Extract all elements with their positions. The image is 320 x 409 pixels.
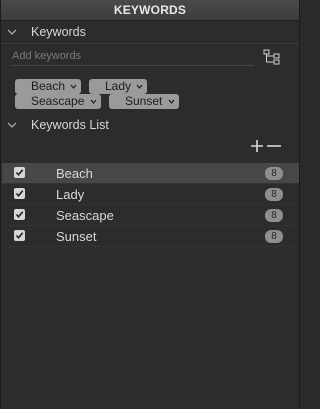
keyword-tag-label: Seascape <box>31 94 85 108</box>
keywords-list-header[interactable]: Keywords List <box>1 114 299 136</box>
count-badge: 8 <box>265 188 283 201</box>
row-label: Lady <box>56 187 85 202</box>
keyword-row-beach[interactable]: Beach 8 <box>2 163 299 184</box>
keywords-section-header[interactable]: Keywords <box>1 21 299 43</box>
keyword-tag-label: Beach <box>31 79 66 93</box>
checkmark-icon <box>15 211 24 219</box>
add-remove-controls <box>250 137 282 155</box>
keywords-panel: KEYWORDS Keywords Beach Lady Seascape <box>0 0 300 409</box>
row-checkbox[interactable] <box>14 209 25 220</box>
chevron-down-icon[interactable] <box>168 94 175 114</box>
count-badge: 8 <box>265 209 283 222</box>
panel-title: KEYWORDS <box>1 0 299 21</box>
row-label: Sunset <box>56 229 97 244</box>
keyword-tag-sunset[interactable]: Sunset <box>109 94 179 109</box>
count-badge: 8 <box>265 167 283 180</box>
keyword-row-sunset[interactable]: Sunset 8 <box>2 226 299 247</box>
count-badge: 8 <box>265 230 283 243</box>
add-keywords-input[interactable] <box>11 47 254 66</box>
keyword-row-lady[interactable]: Lady 8 <box>2 184 299 205</box>
hierarchy-icon[interactable] <box>263 49 281 65</box>
keyword-tag-beach[interactable]: Beach <box>15 79 81 94</box>
plus-icon <box>251 140 263 152</box>
checkmark-icon <box>15 232 24 240</box>
chevron-down-icon[interactable] <box>90 94 97 114</box>
row-checkbox[interactable] <box>14 167 25 178</box>
keyword-row-seascape[interactable]: Seascape 8 <box>2 205 299 226</box>
keywords-list-label: Keywords List <box>31 118 109 132</box>
row-checkbox[interactable] <box>14 230 25 241</box>
keyword-tag-seascape[interactable]: Seascape <box>15 94 101 109</box>
keywords-section-label: Keywords <box>31 25 86 39</box>
divider <box>1 43 299 44</box>
chevron-down-icon[interactable] <box>7 114 17 145</box>
checkmark-icon <box>15 190 24 198</box>
row-label: Seascape <box>56 208 114 223</box>
keyword-tag-label: Sunset <box>125 94 163 108</box>
row-label: Beach <box>56 166 93 181</box>
empty-list-area <box>1 249 299 409</box>
row-checkbox[interactable] <box>14 188 25 199</box>
checkmark-icon <box>15 169 24 177</box>
keyword-tag-lady[interactable]: Lady <box>89 79 147 94</box>
keyword-tag-label: Lady <box>105 79 132 93</box>
